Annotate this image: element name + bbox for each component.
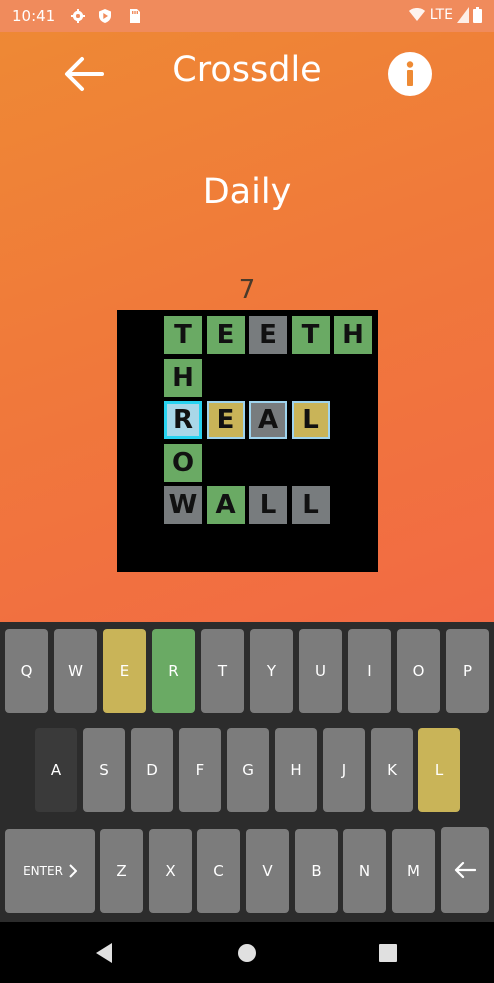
- key-label: M: [407, 862, 420, 880]
- backspace-key[interactable]: [441, 827, 489, 913]
- board-tile[interactable]: W: [164, 486, 202, 524]
- key-label: A: [50, 761, 62, 779]
- key-g[interactable]: G: [227, 728, 269, 812]
- info-button[interactable]: [388, 52, 432, 96]
- key-s[interactable]: S: [83, 728, 125, 812]
- enter-key[interactable]: ENTER: [5, 829, 95, 913]
- key-n[interactable]: N: [343, 829, 386, 913]
- enter-label: ENTER: [23, 864, 63, 878]
- status-time: 10:41: [12, 7, 56, 25]
- board-tile[interactable]: E: [249, 316, 287, 354]
- key-label: L: [434, 761, 444, 779]
- key-label: N: [358, 862, 371, 880]
- key-label: Z: [116, 862, 127, 880]
- key-label: Q: [20, 662, 33, 680]
- nav-back-icon[interactable]: [94, 942, 114, 964]
- board-tile[interactable]: L: [291, 486, 330, 524]
- key-r[interactable]: R: [152, 629, 195, 713]
- key-label: G: [242, 761, 254, 779]
- key-label: O: [412, 662, 425, 680]
- key-label: E: [119, 662, 130, 680]
- board-tile[interactable]: A: [206, 486, 245, 524]
- nav-recents-icon[interactable]: [379, 944, 397, 962]
- key-f[interactable]: F: [179, 728, 221, 812]
- key-e[interactable]: E: [103, 629, 146, 713]
- key-label: C: [213, 862, 224, 880]
- key-x[interactable]: X: [149, 829, 192, 913]
- board-tile[interactable]: T: [291, 316, 330, 354]
- backspace-arrow-icon: [454, 861, 476, 879]
- board-tile[interactable]: E: [206, 401, 245, 439]
- key-d[interactable]: D: [131, 728, 173, 812]
- settings-icon: [71, 9, 85, 23]
- game-mode-label: Daily: [202, 172, 292, 212]
- key-v[interactable]: V: [246, 829, 289, 913]
- key-label: S: [99, 761, 109, 779]
- navigation-bar: [0, 922, 494, 983]
- crossword-board: TEETHHREALOWALL: [117, 310, 378, 572]
- key-t[interactable]: T: [201, 629, 244, 713]
- key-label: H: [290, 761, 302, 779]
- key-o[interactable]: O: [397, 629, 440, 713]
- key-label: X: [165, 862, 176, 880]
- key-label: W: [68, 662, 83, 680]
- key-y[interactable]: Y: [250, 629, 293, 713]
- key-j[interactable]: J: [323, 728, 365, 812]
- key-label: R: [168, 662, 179, 680]
- key-l[interactable]: L: [418, 728, 460, 812]
- info-icon: [406, 61, 414, 86]
- board-tile[interactable]: H: [334, 316, 372, 354]
- key-label: P: [462, 662, 473, 680]
- shield-play-icon: [99, 9, 111, 23]
- key-label: T: [217, 662, 228, 680]
- key-label: U: [315, 662, 326, 680]
- puzzle-number: 7: [238, 275, 256, 305]
- board-tile[interactable]: O: [164, 443, 202, 482]
- key-u[interactable]: U: [299, 629, 342, 713]
- key-label: K: [387, 761, 397, 779]
- board-tile[interactable]: L: [249, 486, 287, 524]
- key-q[interactable]: Q: [5, 629, 48, 713]
- board-tile[interactable]: H: [164, 358, 202, 397]
- key-i[interactable]: I: [348, 629, 391, 713]
- board-tile[interactable]: R: [164, 401, 202, 439]
- key-label: F: [195, 761, 205, 779]
- board-tile[interactable]: L: [291, 401, 330, 439]
- key-label: V: [262, 862, 273, 880]
- status-bar: 10:41 LTE: [0, 0, 494, 32]
- key-p[interactable]: P: [446, 629, 489, 713]
- key-a[interactable]: A: [35, 728, 77, 812]
- signal-icon: [457, 7, 469, 23]
- key-h[interactable]: H: [275, 728, 317, 812]
- board-tile[interactable]: T: [164, 316, 202, 354]
- key-label: I: [367, 662, 372, 680]
- board-tile[interactable]: E: [206, 316, 245, 354]
- wifi-icon: [408, 8, 425, 21]
- app-background: 10:41 LTE Crossdle Daily 7 T E E T H H R…: [0, 0, 494, 622]
- key-label: D: [146, 761, 158, 779]
- key-label: B: [311, 862, 322, 880]
- nav-home-icon[interactable]: [237, 943, 257, 963]
- key-b[interactable]: B: [295, 829, 338, 913]
- chevron-right-icon: [69, 864, 77, 878]
- key-label: Y: [266, 662, 277, 680]
- key-w[interactable]: W: [54, 629, 97, 713]
- key-z[interactable]: Z: [100, 829, 143, 913]
- key-label: J: [341, 761, 347, 779]
- board-tile[interactable]: A: [249, 401, 287, 439]
- keyboard: Q W E R T Y U I O P A S D F G H J K L Z X C V B N M ENTER: [0, 622, 494, 922]
- key-c[interactable]: C: [197, 829, 240, 913]
- key-k[interactable]: K: [371, 728, 413, 812]
- sd-card-icon: [130, 9, 140, 23]
- network-label: LTE: [429, 7, 453, 23]
- battery-icon: [473, 7, 482, 23]
- key-m[interactable]: M: [392, 829, 435, 913]
